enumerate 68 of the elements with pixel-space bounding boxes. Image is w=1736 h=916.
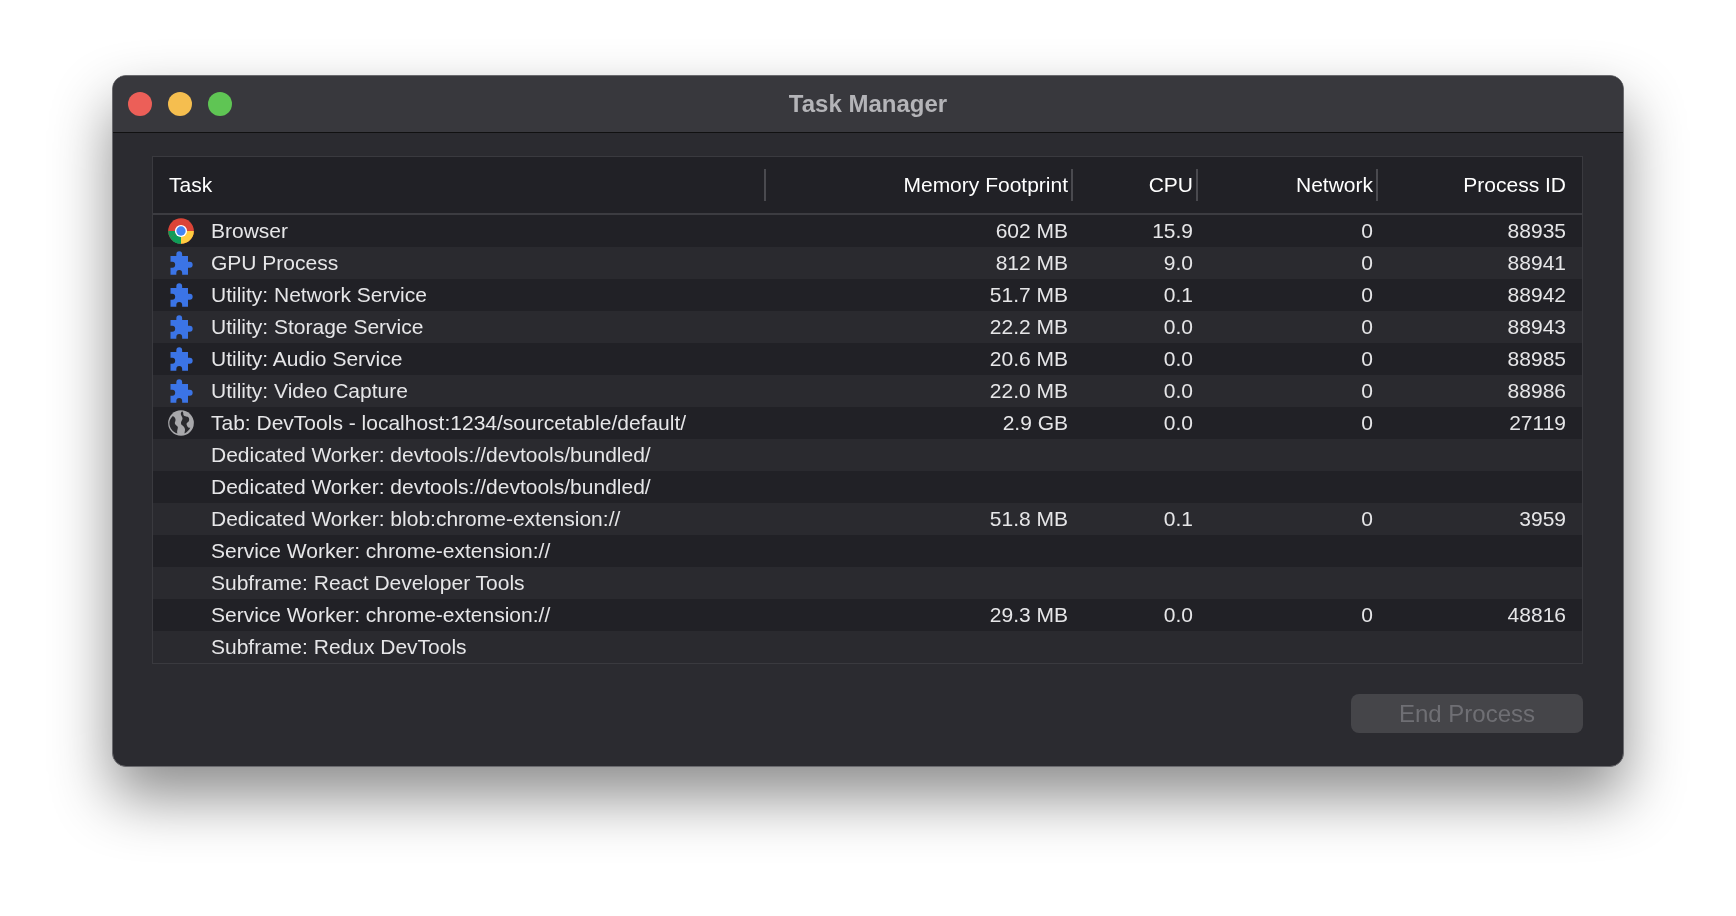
cpu-cell-text: 0.1 bbox=[1162, 507, 1194, 531]
task-name: Utility: Network Service bbox=[211, 283, 427, 307]
process-id-cell-text: 3959 bbox=[1518, 507, 1567, 531]
minimize-button[interactable] bbox=[168, 92, 192, 116]
column-header[interactable]: CPU bbox=[1073, 169, 1198, 201]
memory-cell-text: 602 MB bbox=[994, 219, 1069, 243]
column-header[interactable]: Network bbox=[1198, 169, 1378, 201]
cpu-cell-text: 0.0 bbox=[1162, 603, 1194, 627]
memory-cell-text: 51.8 MB bbox=[988, 507, 1069, 531]
process-row[interactable]: Subframe: Redux DevTools bbox=[153, 631, 1582, 663]
network-cell-text: 0 bbox=[1360, 315, 1374, 339]
task-name: Subframe: React Developer Tools bbox=[211, 571, 525, 595]
memory-cell-text: 20.6 MB bbox=[988, 347, 1069, 371]
process-id-cell-text: 88935 bbox=[1506, 219, 1567, 243]
task-name: GPU Process bbox=[211, 251, 339, 275]
browser-logo-icon bbox=[167, 217, 195, 245]
process-id-cell-text: 88943 bbox=[1506, 315, 1567, 339]
network-cell-text: 0 bbox=[1360, 283, 1374, 307]
process-id-cell-text: 27119 bbox=[1508, 411, 1567, 435]
network-cell-text: 0 bbox=[1360, 603, 1374, 627]
zoom-button[interactable] bbox=[208, 92, 232, 116]
task-name: Dedicated Worker: devtools://devtools/bundled/ bbox=[211, 443, 651, 467]
network-cell-text: 0 bbox=[1360, 219, 1374, 243]
network-cell-text: 0 bbox=[1360, 379, 1374, 403]
task-name: Utility: Storage Service bbox=[211, 315, 424, 339]
task-name: Service Worker: chrome-extension:// bbox=[211, 603, 551, 627]
close-button[interactable] bbox=[128, 92, 152, 116]
cpu-cell-text: 15.9 bbox=[1151, 219, 1194, 243]
cpu-cell-text: 0.0 bbox=[1162, 411, 1194, 435]
column-header[interactable]: Process ID bbox=[1378, 169, 1582, 201]
memory-cell-text: 29.3 MB bbox=[988, 603, 1069, 627]
cpu-cell-text: 0.0 bbox=[1162, 315, 1194, 339]
cpu-cell-text: 0.0 bbox=[1162, 347, 1194, 371]
process-row[interactable]: GPU Process 812 MB 9.0 0 88941 bbox=[153, 247, 1582, 279]
memory-cell-text: 22.0 MB bbox=[988, 379, 1069, 403]
memory-cell-text: 812 MB bbox=[994, 251, 1069, 275]
memory-cell-text: 51.7 MB bbox=[988, 283, 1069, 307]
process-row[interactable]: Dedicated Worker: devtools://devtools/bundled/ bbox=[153, 439, 1582, 471]
task-name: Utility: Video Capture bbox=[211, 379, 408, 403]
task-name: Dedicated Worker: blob:chrome-extension:// bbox=[211, 507, 621, 531]
network-cell-text: 0 bbox=[1360, 251, 1374, 275]
cpu-cell-text: 0.1 bbox=[1162, 283, 1194, 307]
column-header[interactable]: Memory Footprint bbox=[766, 169, 1073, 201]
task-name: Dedicated Worker: devtools://devtools/bundled/ bbox=[211, 475, 651, 499]
memory-cell-text: 2.9 GB bbox=[1001, 411, 1069, 435]
cpu-cell-text: 9.0 bbox=[1162, 251, 1194, 275]
network-cell-text: 0 bbox=[1360, 411, 1374, 435]
process-row[interactable]: Utility: Video Capture 22.0 MB 0.0 0 88986 bbox=[153, 375, 1582, 407]
window-title: Task Manager bbox=[788, 90, 948, 118]
cpu-cell-text: 0.0 bbox=[1162, 379, 1194, 403]
process-id-cell-text: 88985 bbox=[1506, 347, 1567, 371]
process-id-cell-text: 88986 bbox=[1506, 379, 1567, 403]
column-header[interactable]: Task bbox=[153, 169, 766, 201]
network-cell-text: 0 bbox=[1360, 347, 1374, 371]
task-name: Browser bbox=[211, 219, 289, 243]
task-name: Utility: Audio Service bbox=[211, 347, 403, 371]
task-name: Tab: DevTools - localhost:1234/sourcetable/default/ bbox=[211, 411, 687, 435]
memory-cell-text: 22.2 MB bbox=[988, 315, 1069, 339]
process-id-cell-text: 88942 bbox=[1506, 283, 1567, 307]
process-row[interactable]: Utility: Storage Service 22.2 MB 0.0 0 88943 bbox=[153, 311, 1582, 343]
task-name: Subframe: Redux DevTools bbox=[211, 635, 467, 659]
task-name: Service Worker: chrome-extension:// bbox=[211, 539, 551, 563]
process-id-cell-text: 88941 bbox=[1506, 251, 1567, 275]
process-id-cell-text: 48816 bbox=[1506, 603, 1567, 627]
globe-icon bbox=[167, 409, 195, 437]
network-cell-text: 0 bbox=[1360, 507, 1374, 531]
process-row[interactable]: Dedicated Worker: blob:chrome-extension:// 51.8 MB 0.1 0 3959 bbox=[153, 503, 1582, 535]
process-row[interactable]: Subframe: React Developer Tools bbox=[153, 567, 1582, 599]
